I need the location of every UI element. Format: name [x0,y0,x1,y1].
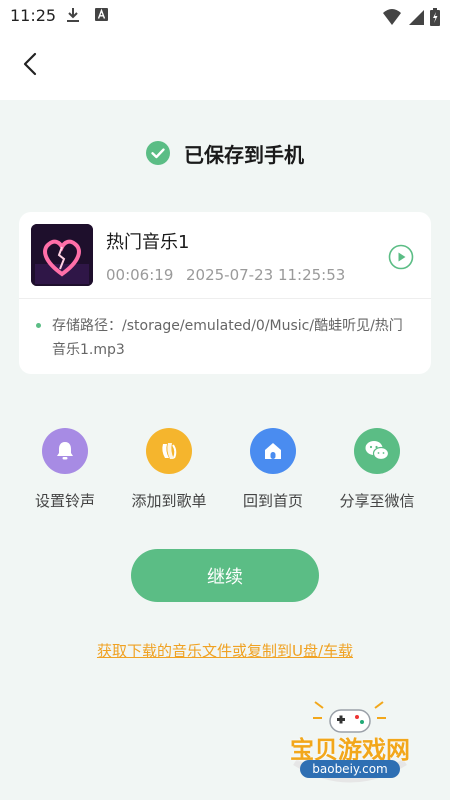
playlist-add-icon [162,443,177,459]
add-to-playlist-button[interactable]: 添加到歌单 [114,428,224,518]
wechat-circle [354,428,400,474]
continue-button[interactable]: 继续 [131,549,319,602]
song-title: 热门音乐1 [106,232,190,253]
status-time: 11:25 [10,6,57,25]
transfer-help-link[interactable]: 获取下载的音乐文件或复制到U盘/车载 [0,640,450,661]
play-button[interactable] [388,244,414,270]
wifi-icon [382,8,401,25]
go-home-button[interactable]: 回到首页 [218,428,328,518]
chevron-left-icon [23,52,37,76]
album-art [31,224,93,286]
set-ringtone-button[interactable]: 设置铃声 [10,428,120,518]
wechat-icon [365,441,390,461]
main-content: 已保存到手机 热门音乐1 00:06:19 2025-07-23 11:25:5… [0,100,450,800]
site-watermark: 宝贝游戏网 baobeiy.com [275,700,425,792]
status-bar: 11:25 [0,0,450,32]
home-icon [265,443,281,459]
back-button[interactable] [14,48,46,80]
song-datetime: 2025-07-23 11:25:53 [186,266,346,284]
share-wechat-button[interactable]: 分享至微信 [322,428,432,518]
playlist-circle [146,428,192,474]
saved-notice-text: 已保存到手机 [184,142,304,167]
action-label: 分享至微信 [339,492,415,510]
broken-heart-icon [31,224,93,286]
download-icon [67,8,79,22]
play-icon [388,244,414,270]
home-circle [250,428,296,474]
app-notification-icon [95,8,108,21]
card-divider [19,298,431,299]
action-label: 回到首页 [242,492,303,510]
navigation-bar [0,32,450,100]
ringtone-circle [42,428,88,474]
status-indicators [382,6,440,26]
action-label: 设置铃声 [34,492,95,510]
signal-icon [408,9,424,25]
check-circle-icon [146,141,170,165]
bell-icon [57,442,73,460]
watermark-url: baobeiy.com [300,760,400,778]
battery-icon [430,7,440,26]
song-duration: 00:06:19 [106,266,174,284]
bullet-dot [36,323,41,328]
action-row: 设置铃声 添加到歌单 回到首页 分享至微信 [0,428,450,518]
song-card: 热门音乐1 00:06:19 2025-07-23 11:25:53 存储路径：… [19,212,431,374]
saved-notice: 已保存到手机 [0,138,450,168]
action-label: 添加到歌单 [131,492,207,510]
storage-path: 存储路径：/storage/emulated/0/Music/酷蛙听见/热门音乐… [52,318,403,358]
